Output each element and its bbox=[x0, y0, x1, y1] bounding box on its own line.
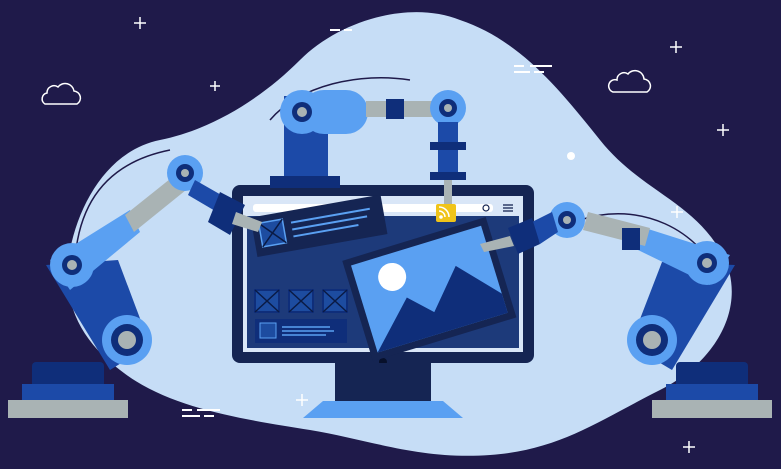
sparkle-icon bbox=[134, 17, 146, 29]
arm-base-right bbox=[652, 400, 772, 418]
cloud-icon bbox=[41, 82, 82, 105]
monitor-stand bbox=[303, 401, 463, 418]
sparkle-icon bbox=[717, 124, 729, 136]
illustration bbox=[8, 12, 772, 456]
content-thumb bbox=[259, 322, 277, 339]
sparkle-icon bbox=[210, 81, 220, 91]
cloud-icon bbox=[607, 69, 652, 93]
sparkle-icon bbox=[670, 41, 682, 53]
sparkle-icon bbox=[683, 441, 695, 453]
arm-base-left bbox=[8, 400, 128, 418]
rss-icon bbox=[436, 204, 456, 222]
monitor-neck bbox=[335, 363, 431, 401]
star-dot bbox=[567, 152, 575, 160]
